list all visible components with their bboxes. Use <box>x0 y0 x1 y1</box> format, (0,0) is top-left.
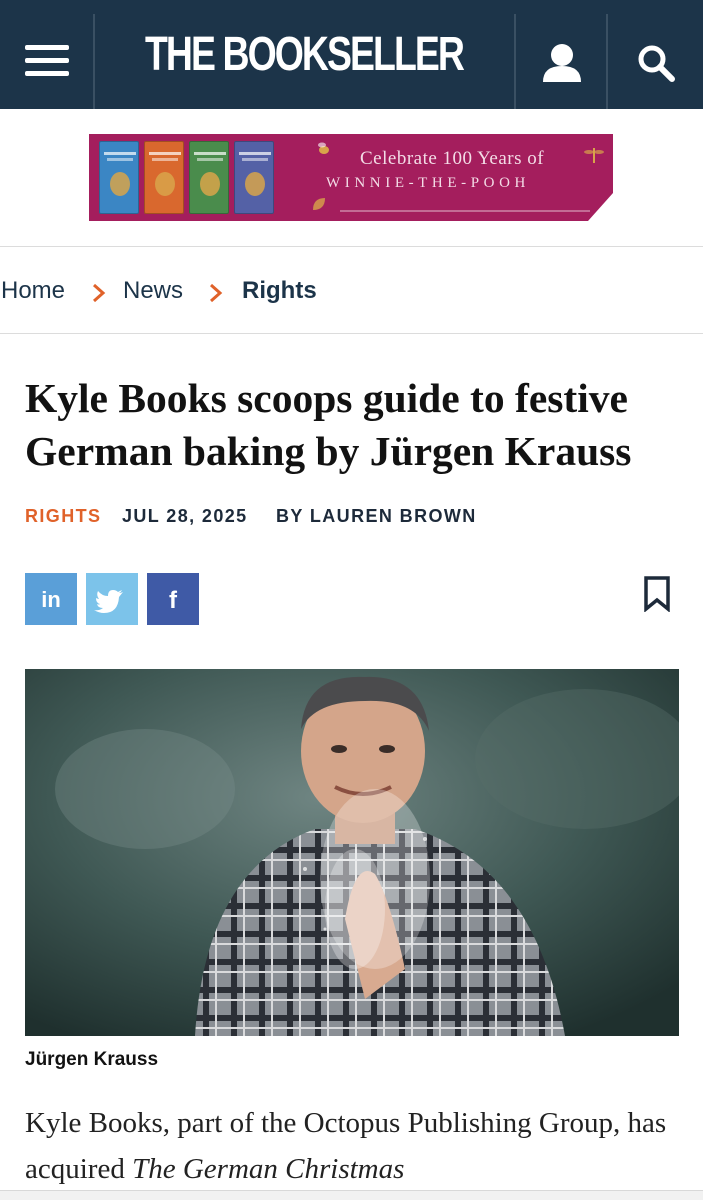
article-byline[interactable]: BY LAUREN BROWN <box>276 506 477 527</box>
book-cover-image <box>144 141 184 214</box>
twitter-bird-icon <box>94 590 123 613</box>
user-icon <box>543 44 581 82</box>
site-logo[interactable]: THE BOOKSELLER <box>141 0 467 109</box>
bottom-toolbar <box>0 1190 703 1200</box>
breadcrumb-home[interactable]: Home <box>1 277 65 305</box>
article-category[interactable]: RIGHTS <box>25 506 101 527</box>
bee-icon <box>318 142 329 154</box>
ad-headline: Celebrate 100 Years of <box>360 148 545 169</box>
bookmark-icon[interactable] <box>643 576 671 612</box>
chevron-right-icon <box>210 283 223 303</box>
linkedin-icon: in <box>41 587 61 612</box>
search-button[interactable] <box>608 0 703 109</box>
ad-subline: WINNIE-THE-POOH <box>326 175 530 191</box>
svg-text:in: in <box>41 587 61 612</box>
article-body-paragraph: Kyle Books, part of the Octopus Publishi… <box>25 1100 685 1192</box>
book-cover-image <box>189 141 229 214</box>
chevron-right-icon <box>93 283 106 303</box>
book-title-italic: The German Christmas <box>132 1153 405 1185</box>
photo-caption: Jürgen Krauss <box>25 1049 159 1070</box>
book-cover-image <box>234 141 274 214</box>
book-cover-image <box>99 141 139 214</box>
article-photo[interactable] <box>25 669 679 1036</box>
menu-button[interactable] <box>0 0 93 109</box>
article-date: JUL 28, 2025 <box>122 506 248 526</box>
share-facebook-button[interactable]: f <box>147 573 199 625</box>
breadcrumb-news[interactable]: News <box>123 277 183 305</box>
article-title: Kyle Books scoops guide to festive Germa… <box>25 375 632 474</box>
dragonfly-icon <box>584 148 604 163</box>
site-header: THE BOOKSELLER <box>0 0 703 109</box>
share-linkedin-button[interactable]: in <box>25 573 77 625</box>
ad-fine-print <box>340 210 590 212</box>
svg-text:f: f <box>169 587 178 614</box>
leaf-icon <box>313 198 325 210</box>
author-portrait-image <box>25 669 679 1036</box>
breadcrumb-rights[interactable]: Rights <box>242 277 317 305</box>
account-button[interactable] <box>516 0 606 109</box>
share-twitter-button[interactable] <box>86 573 138 625</box>
search-icon <box>638 45 675 82</box>
facebook-icon: f <box>169 587 178 614</box>
